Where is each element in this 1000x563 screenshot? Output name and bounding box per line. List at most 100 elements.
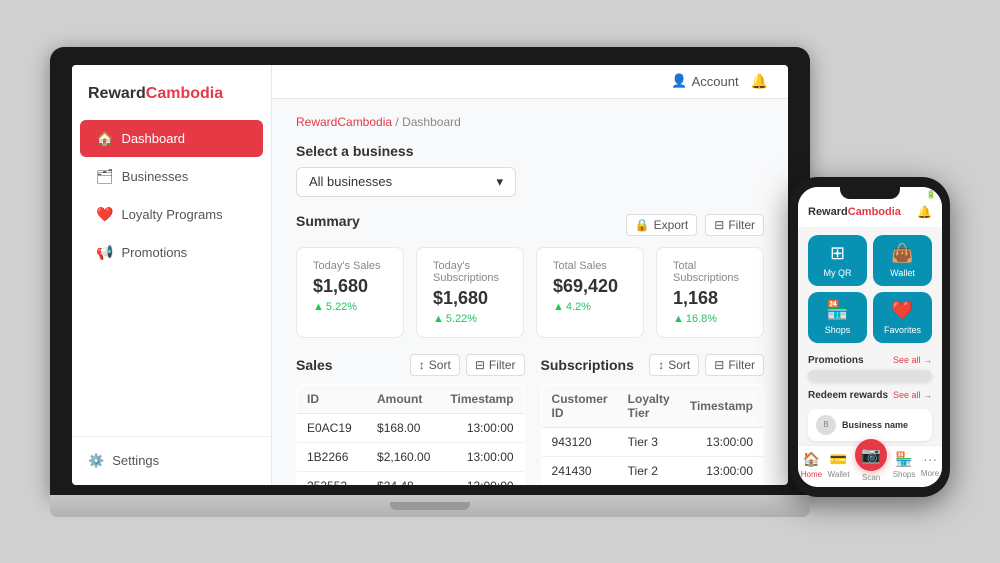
main-content: 👤 Account 🔔 RewardCambodia / Dashbo [272, 65, 788, 485]
card-value-0: $1,680 [313, 276, 387, 297]
phone-grid-shops[interactable]: 🏪 Shops [808, 292, 867, 343]
subscriptions-sort-button[interactable]: ↕ Sort [649, 354, 699, 376]
qr-icon: ⊞ [830, 243, 845, 264]
sales-sort-button[interactable]: ↕ Sort [410, 354, 460, 376]
subs-cell-customer-id: 241430 [541, 456, 618, 485]
phone-bottom-nav: 🏠 Home 💳 Wallet 📷 Scan 🏪 [798, 445, 942, 487]
table-row: E0AC19 $168.00 13:00:00 [297, 413, 525, 442]
sales-filter-button[interactable]: ⊟ Filter [466, 354, 525, 376]
bottom-nav-label-home: Home [801, 470, 822, 479]
promo-banner: PROMOTION [808, 370, 932, 382]
phone-grid: ⊞ My QR 👜 Wallet 🏪 Shops ❤️ Favorites [798, 227, 942, 351]
sales-cell-amount: $168.00 [367, 413, 440, 442]
sales-cell-amount: $24.48 [367, 471, 440, 485]
phone: 9:41 ▐▐▐ WiFi 🔋 RewardCambodia 🔔 ⊞ My Q [790, 177, 950, 497]
page-content: RewardCambodia / Dashboard Select a busi… [272, 99, 788, 485]
sidebar-item-label-promotions: Promotions [121, 245, 187, 260]
phone-promotion-card[interactable]: PROMOTION B Business name Held until 25 … [808, 370, 932, 382]
tables-row: Sales ↕ Sort ⊟ [296, 354, 764, 485]
lock-icon: 🔒 [635, 218, 650, 232]
home-icon: 🏠 [96, 130, 113, 147]
phone-time: 9:41 [806, 190, 822, 199]
subs-cell-timestamp: 13:00:00 [680, 427, 764, 456]
more-nav-icon: ··· [923, 451, 937, 467]
bottom-nav-wallet[interactable]: 💳 Wallet [828, 451, 850, 482]
summary-title: Summary [296, 213, 360, 229]
sidebar-item-label-loyalty: Loyalty Programs [121, 207, 222, 222]
shops-icon: 🏪 [826, 300, 848, 321]
subs-col-customer: Customer ID [541, 384, 618, 427]
card-label-2: Total Sales [553, 260, 627, 272]
table-row: 1B2266 $2,160.00 13:00:00 [297, 442, 525, 471]
sidebar: RewardCambodia 🏠 Dashboard 🗂 Businesses [72, 65, 272, 485]
summary-cards: Today's Sales $1,680 ▲ 5.22% Today's Sub… [296, 247, 764, 338]
sidebar-item-promotions[interactable]: 📢 Promotions [80, 234, 263, 271]
sales-cell-amount: $2,160.00 [367, 442, 440, 471]
phone-grid-wallet[interactable]: 👜 Wallet [873, 235, 932, 286]
breadcrumb-root[interactable]: RewardCambodia [296, 115, 392, 129]
scan-button[interactable]: 📷 [855, 439, 887, 471]
up-arrow-icon-0: ▲ [313, 301, 324, 313]
laptop-bezel: RewardCambodia 🏠 Dashboard 🗂 Businesses [50, 47, 810, 495]
bottom-nav-label-shops: Shops [893, 470, 916, 479]
bottom-nav-scan[interactable]: 📷 Scan [855, 451, 887, 482]
sidebar-nav: 🏠 Dashboard 🗂 Businesses ❤️ Loyalty Prog… [72, 119, 271, 436]
account-label: Account [692, 74, 739, 89]
phone-grid-label-1: Wallet [890, 268, 915, 278]
bottom-nav-home[interactable]: 🏠 Home [801, 451, 822, 482]
redeem-see-all[interactable]: See all → [893, 390, 932, 400]
promotions-see-all[interactable]: See all → [893, 355, 942, 365]
subscriptions-section: Subscriptions ↕ Sort ⊟ [541, 354, 764, 485]
phone-brand-part1: Reward [808, 206, 848, 218]
summary-actions: 🔒 Export ⊟ Filter [626, 214, 764, 236]
card-total-sales: Total Sales $69,420 ▲ 4.2% [536, 247, 644, 338]
filter-button-summary[interactable]: ⊟ Filter [705, 214, 764, 236]
wallet-icon: 👜 [891, 243, 913, 264]
sidebar-item-loyalty-programs[interactable]: ❤️ Loyalty Programs [80, 196, 263, 233]
phone-screen: RewardCambodia 🔔 ⊞ My QR 👜 Wallet 🏪 [798, 187, 942, 487]
redeem-business-avatar: B [816, 415, 836, 435]
subs-cell-tier: Tier 2 [618, 456, 680, 485]
redeem-card[interactable]: B Business name [808, 409, 932, 441]
subscriptions-table-header: Subscriptions ↕ Sort ⊟ [541, 354, 764, 376]
brand-name-part2: Cambodia [146, 85, 223, 102]
card-change-1: ▲ 5.22% [433, 313, 507, 325]
up-arrow-icon-1: ▲ [433, 313, 444, 325]
bell-button[interactable]: 🔔 [751, 73, 768, 90]
card-change-2: ▲ 4.2% [553, 301, 627, 313]
business-select-value: All businesses [309, 174, 392, 189]
settings-label: Settings [112, 453, 159, 468]
card-value-3: 1,168 [673, 288, 747, 309]
subs-cell-tier: Tier 3 [618, 427, 680, 456]
phone-bell[interactable]: 🔔 [917, 205, 932, 219]
card-today-subscriptions: Today's Subscriptions $1,680 ▲ 5.22% [416, 247, 524, 338]
breadcrumb-separator: / [395, 115, 398, 129]
settings-item[interactable]: ⚙️ Settings [88, 447, 255, 475]
phone-grid-favorites[interactable]: ❤️ Favorites [873, 292, 932, 343]
bottom-nav-more[interactable]: ··· More [921, 451, 939, 482]
sales-table-header: Sales ↕ Sort ⊟ [296, 354, 525, 376]
subscriptions-actions: ↕ Sort ⊟ Filter [649, 354, 764, 376]
laptop: RewardCambodia 🏠 Dashboard 🗂 Businesses [50, 47, 810, 517]
battery-icon: 🔋 [926, 190, 936, 199]
sidebar-item-label-dashboard: Dashboard [121, 131, 185, 146]
subscriptions-filter-button[interactable]: ⊟ Filter [705, 354, 764, 376]
sort-icon-subs: ↕ [658, 358, 664, 372]
bottom-nav-shops[interactable]: 🏪 Shops [893, 451, 916, 482]
phone-grid-my-qr[interactable]: ⊞ My QR [808, 235, 867, 286]
promotions-label: Promotions [798, 351, 874, 370]
phone-grid-label-0: My QR [824, 268, 852, 278]
breadcrumb: RewardCambodia / Dashboard [296, 115, 764, 129]
phone-logo: RewardCambodia [808, 206, 901, 218]
breadcrumb-current: Dashboard [402, 115, 461, 129]
up-arrow-icon-2: ▲ [553, 301, 564, 313]
filter-icon-sales: ⊟ [475, 358, 485, 372]
account-button[interactable]: 👤 Account [671, 73, 738, 89]
phone-grid-label-2: Shops [825, 325, 851, 335]
sales-col-amount: Amount [367, 384, 440, 413]
export-button[interactable]: 🔒 Export [626, 214, 698, 236]
sidebar-item-businesses[interactable]: 🗂 Businesses [80, 158, 263, 195]
sidebar-item-dashboard[interactable]: 🏠 Dashboard [80, 120, 263, 157]
business-select-dropdown[interactable]: All businesses ▾ [296, 167, 516, 197]
table-row: 241430 Tier 2 13:00:00 [541, 456, 763, 485]
